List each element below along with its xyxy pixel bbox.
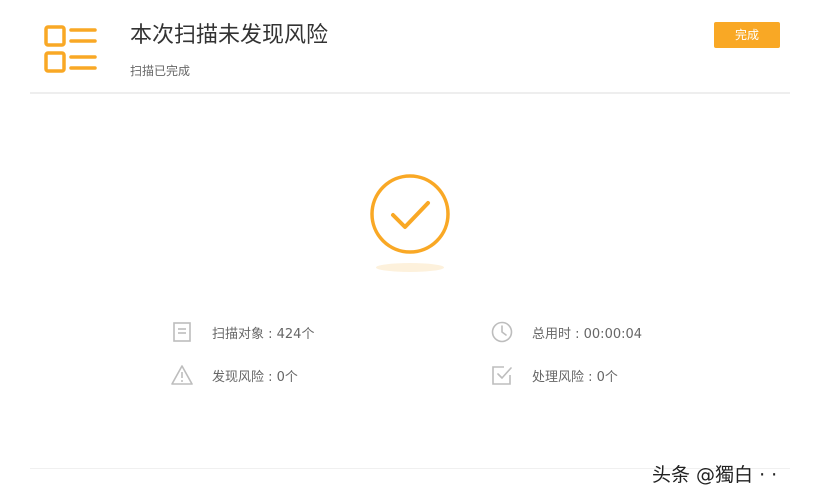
check-shadow (376, 263, 444, 272)
page-subtitle: 扫描已完成 (130, 64, 191, 78)
stat-scan-objects-label: 扫描对象 : 424个 (212, 326, 315, 342)
stat-total-time-label: 总用时 : 00:00:04 (532, 326, 643, 342)
warning-icon (171, 365, 193, 385)
page-title: 本次扫描未发现风险 (130, 23, 329, 48)
scan-result-page: 本次扫描未发现风险 扫描已完成 完成 扫描对象 : 424个 总用时 : 00:… (0, 0, 820, 500)
stat-handled-risk: 处理风险 : 0个 (490, 363, 618, 387)
header-divider (30, 92, 790, 94)
clock-icon (491, 321, 513, 343)
done-button[interactable]: 完成 (714, 22, 780, 48)
stat-found-risk-label: 发现风险 : 0个 (212, 369, 298, 385)
stat-total-time: 总用时 : 00:00:04 (490, 320, 642, 344)
stat-found-risk: 发现风险 : 0个 (170, 363, 298, 387)
stat-scan-objects: 扫描对象 : 424个 (170, 320, 314, 344)
watermark: 头条 @獨白 · · (652, 464, 778, 486)
check-circle-icon (370, 174, 450, 254)
list-icon (44, 25, 97, 73)
stat-handled-risk-label: 处理风险 : 0个 (532, 369, 618, 385)
checkbox-icon (492, 366, 512, 385)
document-icon (173, 322, 191, 342)
